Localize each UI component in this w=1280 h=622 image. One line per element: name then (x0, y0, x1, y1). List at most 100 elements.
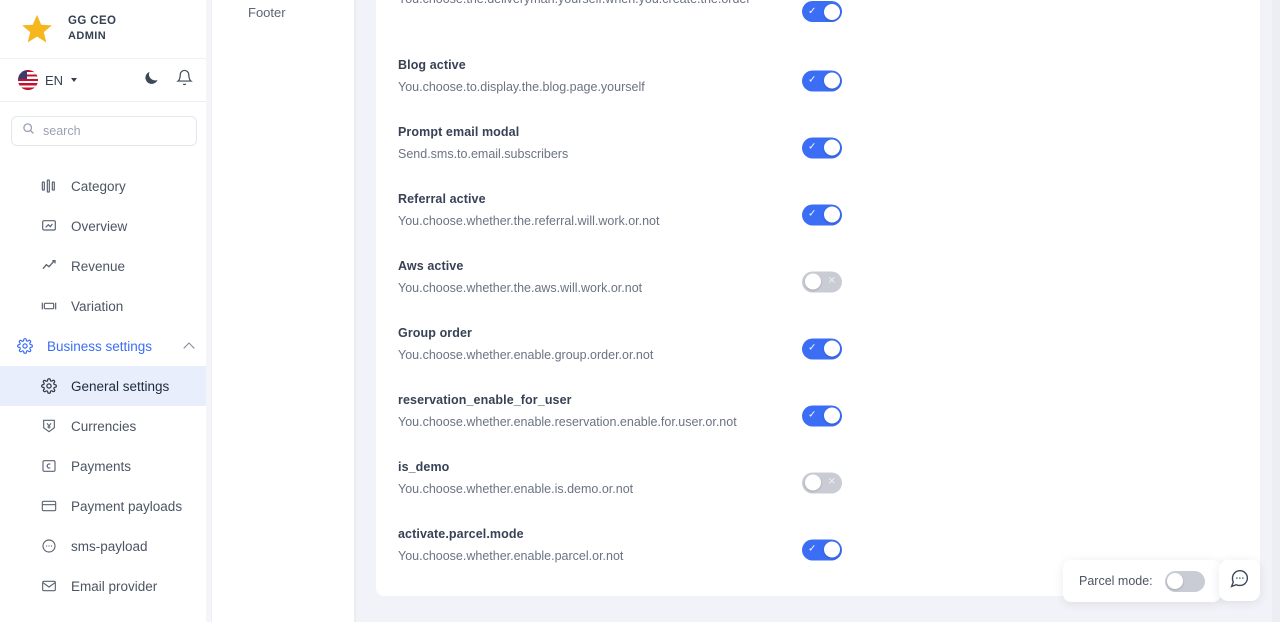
parcel-mode-widget: Parcel mode: (1063, 560, 1221, 602)
sidebar-nav: Category Overview Revenue Variation Busi… (0, 152, 211, 606)
sidebar-item-label: Business settings (47, 338, 153, 354)
setting-row: is_demo You.choose.whether.enable.is.dem… (398, 449, 1238, 516)
setting-description: You.choose.whether.enable.parcel.or.not (398, 548, 624, 563)
sidebar-item-general-settings[interactable]: General settings (0, 366, 211, 406)
setting-text: Group order You.choose.whether.enable.gr… (398, 315, 653, 364)
language-selector[interactable]: EN (18, 70, 78, 90)
setting-title: Prompt email modal (398, 125, 520, 139)
setting-toggle[interactable]: ✓ (802, 405, 842, 426)
search-box[interactable] (11, 116, 197, 146)
sidebar-item-variation[interactable]: Variation (0, 286, 211, 326)
setting-row: Referral active You.choose.whether.the.r… (398, 181, 1238, 248)
toggle-knob (823, 541, 840, 558)
sidebar-item-label: Currencies (71, 418, 137, 434)
setting-row: Blog active You.choose.to.display.the.bl… (398, 47, 1238, 114)
search-input[interactable] (43, 124, 186, 138)
setting-text: Aws active You.choose.whether.the.aws.wi… (398, 248, 642, 297)
setting-title: Blog active (398, 58, 466, 72)
moon-icon[interactable] (143, 69, 160, 91)
search-container (0, 102, 211, 152)
setting-toggle[interactable]: ✓ (802, 137, 842, 158)
setting-toggle[interactable]: ✕ (802, 271, 842, 292)
bell-icon[interactable] (176, 69, 193, 91)
setting-toggle-cell: ✓ (802, 70, 842, 91)
main-content: You.choose.the.deliveryman.yourself.when… (356, 0, 1280, 622)
check-icon: ✓ (808, 409, 817, 421)
sidebar-item-payment-payloads[interactable]: Payment payloads (0, 486, 211, 526)
close-icon: ✕ (827, 476, 836, 488)
setting-text: Blog active You.choose.to.display.the.bl… (398, 47, 645, 96)
toggle-knob (823, 72, 840, 89)
setting-description: Send.sms.to.email.subscribers (398, 146, 569, 161)
setting-text: Prompt email modal Send.sms.to.email.sub… (398, 114, 568, 163)
brand-text: GG CEO ADMIN (68, 14, 116, 44)
sidebar-item-revenue[interactable]: Revenue (0, 246, 211, 286)
brand-block[interactable]: GG CEO ADMIN (0, 0, 211, 58)
setting-description: You.choose.whether.enable.reservation.en… (398, 414, 737, 429)
setting-toggle[interactable]: ✕ (802, 472, 842, 493)
setting-toggle-cell: ✓ (802, 338, 842, 359)
setting-title: Group order (398, 326, 473, 340)
credit-card-icon (40, 498, 57, 515)
chat-support-button[interactable] (1219, 560, 1260, 601)
setting-text: is_demo You.choose.whether.enable.is.dem… (398, 449, 633, 498)
close-icon: ✕ (827, 275, 836, 287)
sidebar-item-email-provider[interactable]: Email provider (0, 566, 211, 606)
setting-toggle[interactable]: ✓ (802, 338, 842, 359)
toggle-knob (823, 3, 840, 20)
setting-toggle[interactable]: ✓ (802, 204, 842, 225)
setting-toggle-cell: ✓ (802, 204, 842, 225)
setting-text: Referral active You.choose.whether.the.r… (398, 181, 660, 230)
sidebar-item-overview[interactable]: Overview (0, 206, 211, 246)
sidebar-item-payments[interactable]: Payments (0, 446, 211, 486)
sidebar-item-label: Payment payloads (71, 498, 183, 514)
check-icon: ✓ (808, 141, 817, 153)
parcel-mode-toggle[interactable] (1164, 570, 1205, 592)
payments-icon (40, 458, 57, 475)
setting-description: You.choose.whether.enable.group.order.or… (398, 347, 654, 362)
toggle-knob (804, 273, 821, 290)
gear-icon (40, 378, 57, 395)
main-scrollbar[interactable] (1272, 0, 1280, 622)
check-icon: ✓ (808, 5, 817, 17)
sidebar-item-business-settings[interactable]: Business settings (0, 326, 211, 366)
sidebar-topbar: EN (0, 58, 211, 102)
setting-toggle-cell: ✓ (802, 405, 842, 426)
toggle-knob (1167, 573, 1184, 589)
category-icon (40, 178, 57, 195)
sidebar-item-label: Category (71, 178, 126, 194)
setting-toggle-cell: ✕ (802, 271, 842, 292)
chat-bubble-dots-icon (1229, 568, 1250, 594)
setting-toggle-cell: ✓ (802, 137, 842, 158)
setting-toggle[interactable]: ✓ (802, 70, 842, 91)
toggle-knob (823, 407, 840, 424)
envelope-icon (40, 578, 57, 595)
sidebar: GG CEO ADMIN EN search Category Overview… (0, 0, 212, 622)
setting-toggle-cell: ✓ (802, 1, 842, 22)
chevron-down-icon (71, 78, 78, 82)
sidebar-item-sms-payload[interactable]: sms-payload (0, 526, 211, 566)
setting-text: reservation_enable_for_user You.choose.w… (398, 382, 737, 431)
topbar-actions (143, 69, 193, 91)
brand-role: ADMIN (68, 30, 107, 43)
setting-title: Referral active (398, 192, 486, 206)
setting-toggle-cell: ✓ (802, 539, 842, 560)
secondary-item-footer[interactable]: Footer (212, 0, 354, 20)
setting-toggle[interactable]: ✓ (802, 1, 842, 22)
check-icon: ✓ (808, 74, 817, 86)
setting-row: Aws active You.choose.whether.the.aws.wi… (398, 248, 1238, 315)
overview-icon (40, 218, 57, 235)
settings-card: You.choose.the.deliveryman.yourself.when… (376, 0, 1260, 596)
sidebar-scrollbar[interactable] (206, 0, 211, 622)
sidebar-item-label: Variation (71, 298, 124, 314)
chevron-up-icon (183, 341, 195, 354)
setting-text: You.choose.the.deliveryman.yourself.when… (398, 0, 751, 9)
sidebar-item-label: General settings (71, 378, 170, 394)
sidebar-item-category[interactable]: Category (0, 166, 211, 206)
setting-toggle-cell: ✕ (802, 472, 842, 493)
currency-icon (40, 418, 57, 435)
sidebar-item-currencies[interactable]: Currencies (0, 406, 211, 446)
setting-toggle[interactable]: ✓ (802, 539, 842, 560)
brand-name: GG CEO (68, 14, 117, 27)
setting-description: You.choose.whether.the.aws.will.work.or.… (398, 280, 643, 295)
